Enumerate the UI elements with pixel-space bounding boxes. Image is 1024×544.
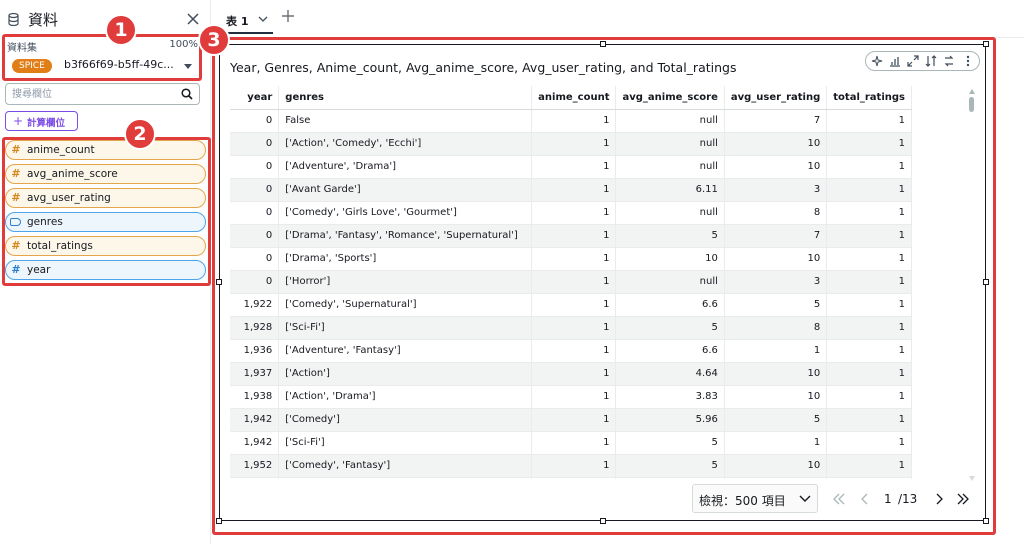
search-input[interactable] — [12, 86, 172, 102]
annotation-box-dataset — [2, 34, 202, 81]
sidebar-header: 資料 — [6, 9, 202, 31]
annotation-box-visual — [212, 37, 996, 535]
annotation-badge: 2 — [124, 118, 156, 150]
annotation-badge: 1 — [105, 14, 137, 46]
tab-label: 表 1 — [226, 15, 249, 28]
close-icon[interactable] — [186, 12, 200, 26]
quicksight-analysis: 資料 資料集 100% SPICE b3f66f69-b5ff-49c... +… — [0, 0, 1024, 544]
sidebar-title: 資料 — [28, 11, 59, 29]
annotation-badge: 3 — [198, 24, 230, 56]
search-icon[interactable] — [181, 88, 193, 100]
field-search — [5, 83, 200, 105]
add-calculated-field-button[interactable]: + 計算欄位 — [5, 111, 78, 131]
chevron-down-icon[interactable] — [258, 15, 268, 23]
add-sheet-icon[interactable] — [280, 8, 296, 24]
sheet-tab-bar: 表 1 — [212, 0, 1024, 38]
database-icon — [8, 13, 19, 26]
annotation-box-fields — [2, 137, 211, 286]
calc-field-label: 計算欄位 — [27, 118, 66, 129]
plus-icon: + — [13, 114, 24, 128]
